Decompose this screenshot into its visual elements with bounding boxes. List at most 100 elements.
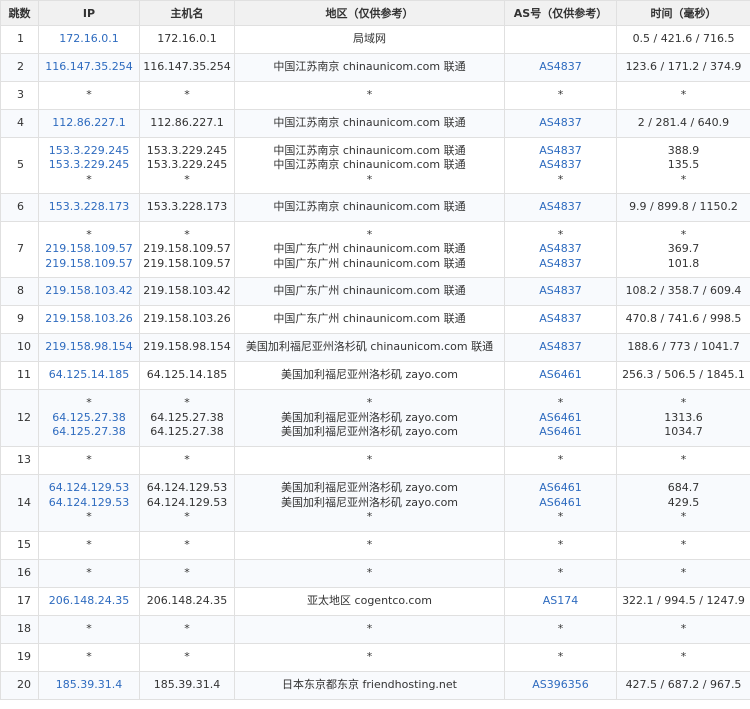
table-row: 1 172.16.0.1 172.16.0.1 局域网 0.5 / 421.6 / 71… bbox=[0, 25, 750, 54]
host-text: 64.124.129.53 bbox=[146, 481, 228, 495]
as-number-link[interactable]: AS4837 bbox=[505, 144, 616, 159]
time-text: 322.1 / 994.5 / 1247.9 bbox=[622, 594, 745, 608]
as-number-link[interactable]: AS4837 bbox=[505, 340, 616, 355]
as-number-link[interactable]: AS174 bbox=[505, 594, 616, 609]
ip-cell: 172.16.0.1 bbox=[38, 25, 140, 54]
ip-link[interactable]: 172.16.0.1 bbox=[39, 32, 139, 47]
region-cell: * bbox=[234, 559, 505, 588]
ip-text: * bbox=[86, 172, 92, 186]
time-text: 470.8 / 741.6 / 998.5 bbox=[625, 312, 742, 326]
region-text: 美国加利福尼亚州洛杉矶 zayo.com bbox=[280, 481, 459, 495]
region-cell: 中国江苏南京 chinaunicom.com 联通 bbox=[234, 193, 505, 222]
region-text: 亚太地区 cogentco.com bbox=[307, 594, 432, 608]
as-text: * bbox=[557, 622, 564, 636]
ip-link[interactable]: 219.158.103.26 bbox=[39, 312, 139, 327]
host-text: 219.158.109.57 bbox=[143, 256, 231, 270]
as-number-link[interactable]: AS4837 bbox=[505, 158, 616, 173]
time-cell: 684.7 429.5 * bbox=[616, 474, 750, 532]
as-number-link[interactable]: AS6461 bbox=[505, 481, 616, 496]
as-number-link[interactable]: AS4837 bbox=[505, 242, 616, 257]
time-cell: 388.9 135.5 * bbox=[616, 137, 750, 194]
host-text: * bbox=[184, 622, 190, 636]
ip-link[interactable]: 185.39.31.4 bbox=[39, 678, 139, 693]
ip-link[interactable]: 64.124.129.53 bbox=[39, 481, 139, 496]
ip-link[interactable]: 64.125.27.38 bbox=[39, 411, 139, 426]
as-text: * bbox=[557, 396, 564, 410]
as-number-cell: * bbox=[504, 531, 617, 560]
table-row: 6 153.3.228.173 153.3.228.173 中国江苏南京 chinau… bbox=[0, 193, 750, 222]
host-text: 153.3.229.245 bbox=[146, 158, 228, 172]
table-row: 19 * * * * * bbox=[0, 643, 750, 672]
ip-link[interactable]: 64.125.14.185 bbox=[39, 368, 139, 383]
time-text: 684.7 bbox=[667, 481, 700, 495]
ip-link[interactable]: 64.125.27.38 bbox=[39, 425, 139, 440]
ip-link[interactable]: 219.158.109.57 bbox=[39, 257, 139, 272]
ip-cell: 219.158.103.42 bbox=[38, 277, 140, 306]
hostname-cell: 116.147.35.254 bbox=[139, 53, 235, 82]
region-text: * bbox=[366, 172, 373, 186]
ip-link[interactable]: 219.158.109.57 bbox=[39, 242, 139, 257]
host-text: 64.124.129.53 bbox=[146, 495, 228, 509]
hostname-cell: 153.3.229.245 153.3.229.245 * bbox=[139, 137, 235, 194]
ip-cell: 219.158.98.154 bbox=[38, 333, 140, 362]
ip-text: * bbox=[86, 538, 92, 552]
as-number-link[interactable]: AS4837 bbox=[505, 60, 616, 75]
host-text: * bbox=[184, 650, 190, 664]
time-cell: 427.5 / 687.2 / 967.5 bbox=[616, 671, 750, 700]
as-text: * bbox=[557, 172, 564, 186]
time-text: * bbox=[680, 227, 687, 241]
ip-link[interactable]: 112.86.227.1 bbox=[39, 116, 139, 131]
region-text: 局域网 bbox=[353, 32, 386, 46]
table-header-row: 跳数 IP 主机名 地区（仅供参考） AS号（仅供参考） 时间（毫秒） bbox=[0, 0, 750, 26]
as-number-link[interactable]: AS4837 bbox=[505, 116, 616, 131]
header-ip: IP bbox=[38, 0, 140, 26]
ip-cell: 112.86.227.1 bbox=[38, 109, 140, 138]
host-text: * bbox=[184, 227, 190, 241]
host-text: 219.158.103.42 bbox=[143, 284, 231, 298]
ip-cell: * 219.158.109.57 219.158.109.57 bbox=[38, 221, 140, 278]
region-text: * bbox=[366, 650, 373, 664]
hop-number-cell: 4 bbox=[0, 109, 39, 138]
table-row: 7 * 219.158.109.57 219.158.109.57 * 219.158.1… bbox=[0, 221, 750, 278]
as-number-cell: * bbox=[504, 446, 617, 475]
as-number-link[interactable]: AS6461 bbox=[505, 496, 616, 511]
region-cell: * bbox=[234, 615, 505, 644]
hop-number-cell: 10 bbox=[0, 333, 39, 362]
ip-link[interactable]: 153.3.228.173 bbox=[39, 200, 139, 215]
as-number-link[interactable]: AS4837 bbox=[505, 200, 616, 215]
region-cell: 中国江苏南京 chinaunicom.com 联通 bbox=[234, 109, 505, 138]
hostname-cell: 219.158.103.42 bbox=[139, 277, 235, 306]
host-text: * bbox=[184, 88, 190, 102]
as-number-link[interactable]: AS4837 bbox=[505, 257, 616, 272]
ip-link[interactable]: 206.148.24.35 bbox=[39, 594, 139, 609]
region-text: 美国加利福尼亚州洛杉矶 chinaunicom.com 联通 bbox=[245, 340, 494, 354]
ip-link[interactable]: 219.158.103.42 bbox=[39, 284, 139, 299]
ip-text: * bbox=[86, 227, 92, 241]
region-cell: * bbox=[234, 643, 505, 672]
hostname-cell: * 64.125.27.38 64.125.27.38 bbox=[139, 389, 235, 447]
ip-link[interactable]: 153.3.229.245 bbox=[39, 144, 139, 159]
ip-link[interactable]: 116.147.35.254 bbox=[39, 60, 139, 75]
hop-number-cell: 14 bbox=[0, 474, 39, 532]
header-region: 地区（仅供参考） bbox=[234, 0, 505, 26]
hostname-cell: 64.125.14.185 bbox=[139, 361, 235, 390]
ip-link[interactable]: 153.3.229.245 bbox=[39, 158, 139, 173]
as-number-cell: AS4837 bbox=[504, 277, 617, 306]
as-number-link[interactable]: AS6461 bbox=[505, 368, 616, 383]
hostname-cell: * bbox=[139, 643, 235, 672]
region-cell: 亚太地区 cogentco.com bbox=[234, 587, 505, 616]
region-text: * bbox=[366, 227, 373, 241]
ip-link[interactable]: 64.124.129.53 bbox=[39, 496, 139, 511]
as-number-cell: * bbox=[504, 559, 617, 588]
as-number-cell: AS4837 AS4837 * bbox=[504, 137, 617, 194]
as-number-link[interactable]: AS6461 bbox=[505, 411, 616, 426]
as-number-link[interactable]: AS6461 bbox=[505, 425, 616, 440]
as-number-link[interactable]: AS4837 bbox=[505, 312, 616, 327]
table-row: 10 219.158.98.154 219.158.98.154 美国加利福尼亚州洛杉… bbox=[0, 333, 750, 362]
region-cell: * 美国加利福尼亚州洛杉矶 zayo.com 美国加利福尼亚州洛杉矶 zayo.co… bbox=[234, 389, 505, 447]
time-text: * bbox=[680, 566, 687, 580]
as-number-link[interactable]: AS396356 bbox=[505, 678, 616, 693]
as-number-link[interactable]: AS4837 bbox=[505, 284, 616, 299]
ip-link[interactable]: 219.158.98.154 bbox=[39, 340, 139, 355]
header-as-number: AS号（仅供参考） bbox=[504, 0, 617, 26]
